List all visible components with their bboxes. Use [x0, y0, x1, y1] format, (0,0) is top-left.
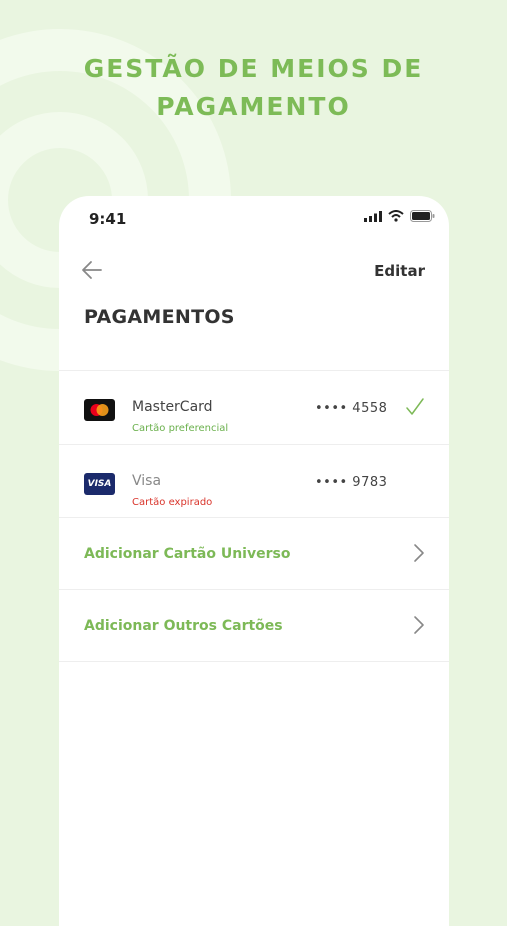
mastercard-circles-icon — [90, 404, 109, 416]
mastercard-logo — [84, 399, 115, 421]
divider — [59, 661, 449, 662]
card-status: Cartão expirado — [132, 497, 213, 508]
battery-icon — [410, 210, 435, 222]
card-number: •••• 4558 — [315, 401, 388, 416]
page-title: PAGAMENTOS — [84, 306, 235, 328]
chevron-right-icon — [414, 616, 424, 634]
phone-screen: 9:41 Editar PAGAMENTOS MasterCard Cartão… — [59, 196, 449, 926]
card-number: •••• 9783 — [315, 475, 388, 490]
add-universo-card-row[interactable]: Adicionar Cartão Universo — [59, 518, 449, 590]
wifi-icon — [388, 210, 404, 222]
signal-icon — [364, 210, 382, 222]
add-other-cards-row[interactable]: Adicionar Outros Cartões — [59, 590, 449, 662]
card-row-visa[interactable]: VISA Visa Cartão expirado •••• 9783 — [59, 447, 449, 519]
back-arrow-icon[interactable] — [81, 260, 103, 280]
card-brand: Visa — [132, 473, 162, 489]
card-brand: MasterCard — [132, 399, 213, 415]
edit-button[interactable]: Editar — [374, 262, 425, 280]
card-row-mastercard[interactable]: MasterCard Cartão preferencial •••• 4558 — [59, 373, 449, 445]
chevron-right-icon — [414, 544, 424, 562]
headline-line-1: GESTÃO DE MEIOS DE — [83, 54, 424, 83]
checkmark-icon — [406, 398, 424, 415]
add-other-cards-label: Adicionar Outros Cartões — [84, 618, 283, 634]
status-icons — [364, 210, 435, 222]
headline-line-2: PAGAMENTO — [156, 92, 351, 121]
visa-logo: VISA — [84, 473, 115, 495]
divider — [59, 444, 449, 445]
promo-headline: GESTÃO DE MEIOS DE PAGAMENTO — [0, 50, 507, 126]
divider — [59, 370, 449, 371]
card-status: Cartão preferencial — [132, 423, 229, 434]
add-universo-card-label: Adicionar Cartão Universo — [84, 546, 291, 562]
status-time: 9:41 — [89, 210, 127, 228]
